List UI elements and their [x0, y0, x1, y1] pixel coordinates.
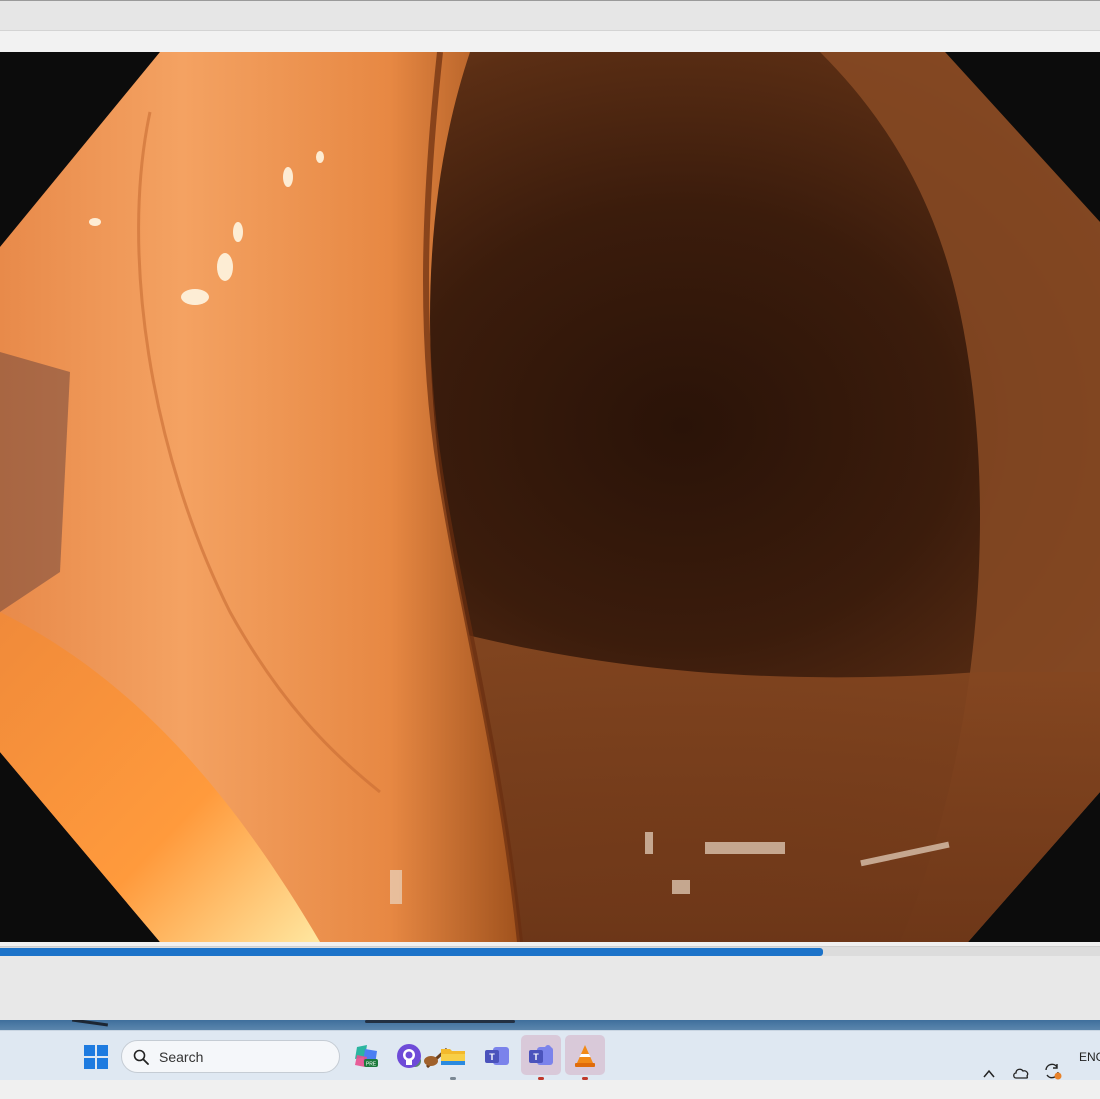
- seek-progress: [0, 948, 823, 956]
- windows-logo-icon: [84, 1045, 95, 1056]
- search-placeholder: Search: [159, 1049, 204, 1065]
- seek-bar[interactable]: [0, 946, 1100, 956]
- taskbar: Search PRE T T EN: [0, 1030, 1100, 1080]
- desktop-background: [0, 1020, 1100, 1030]
- video-frame[interactable]: [0, 52, 1100, 942]
- svg-text:T: T: [489, 1052, 495, 1062]
- chevron-up-icon[interactable]: [982, 1049, 996, 1099]
- copilot-icon[interactable]: PRE: [353, 1043, 379, 1069]
- github-icon[interactable]: [396, 1043, 422, 1069]
- teams-classic-icon[interactable]: T: [484, 1043, 510, 1069]
- svg-text:PRE: PRE: [366, 1062, 377, 1068]
- start-button[interactable]: [84, 1045, 108, 1069]
- video-image: [0, 52, 1100, 942]
- vlc-icon[interactable]: [572, 1043, 598, 1069]
- onedrive-icon[interactable]: [1012, 1048, 1030, 1098]
- sync-icon[interactable]: [1043, 1046, 1063, 1096]
- taskbar-search[interactable]: Search: [121, 1040, 449, 1073]
- search-icon: [133, 1049, 149, 1065]
- file-explorer-icon[interactable]: [440, 1043, 466, 1069]
- window-title-bar: [0, 0, 1100, 31]
- teams-icon[interactable]: T: [528, 1043, 554, 1069]
- svg-text:T: T: [533, 1052, 539, 1062]
- language-indicator[interactable]: ENG: [1079, 1050, 1100, 1064]
- menu-area: [0, 31, 1100, 52]
- controls-panel: [0, 956, 1100, 1020]
